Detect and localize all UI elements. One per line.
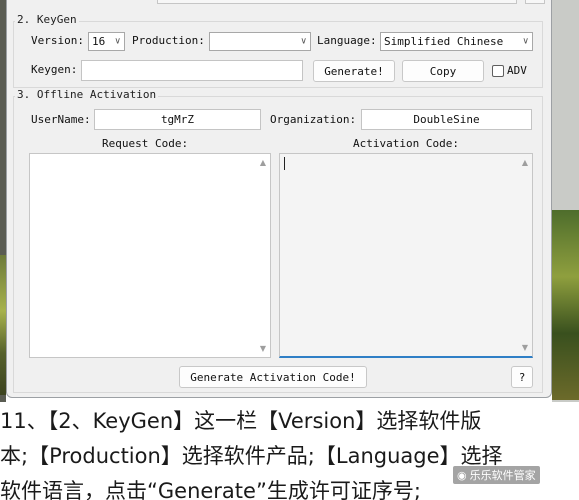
background-right-image <box>552 210 579 400</box>
activation-code-label: Activation Code: <box>353 137 459 150</box>
organization-label: Organization: <box>270 113 357 126</box>
article-text: 11、【2、KeyGen】这一栏【Version】选择软件版 本;【Produc… <box>0 404 579 500</box>
version-value: 16 <box>92 35 106 48</box>
language-label: Language: <box>317 34 377 47</box>
scroll-down-icon[interactable]: ▼ <box>260 344 266 353</box>
generate-activation-button[interactable]: Generate Activation Code! <box>179 366 367 388</box>
adv-checkbox-box[interactable] <box>492 64 504 77</box>
language-select[interactable]: Simplified Chinese ∨ <box>380 32 533 51</box>
keygen-label: Keygen: <box>31 63 78 76</box>
scroll-up-icon[interactable]: ▲ <box>260 158 266 167</box>
adv-label: ADV <box>507 64 527 77</box>
text-caret <box>284 157 285 170</box>
version-select[interactable]: 16 ∨ <box>88 32 125 51</box>
chevron-down-icon: ∨ <box>114 36 121 46</box>
help-button[interactable]: ? <box>511 366 533 388</box>
version-label: Version: <box>31 34 84 47</box>
request-code-textarea[interactable]: ▲ ▼ <box>29 153 271 358</box>
activation-group-title: 3. Offline Activation <box>15 88 159 101</box>
watermark-text: 乐乐软件管家 <box>469 469 536 482</box>
top-button-partial[interactable] <box>525 0 545 4</box>
generate-button[interactable]: Generate! <box>313 60 395 82</box>
production-label: Production: <box>132 34 205 47</box>
keygen-field[interactable] <box>81 60 303 81</box>
keygen-group-title: 2. KeyGen <box>15 13 79 26</box>
chevron-down-icon: ∨ <box>300 36 307 46</box>
scroll-down-icon[interactable]: ▼ <box>522 343 528 352</box>
language-value: Simplified Chinese <box>384 35 504 48</box>
username-label: UserName: <box>31 113 91 126</box>
adv-checkbox[interactable]: ADV <box>492 64 527 77</box>
wechat-icon: ◉ <box>457 468 467 482</box>
request-code-label: Request Code: <box>102 137 189 150</box>
watermark: ◉ 乐乐软件管家 <box>453 466 540 484</box>
scroll-up-icon[interactable]: ▲ <box>522 158 528 167</box>
chevron-down-icon: ∨ <box>522 36 529 46</box>
production-select[interactable]: ∨ <box>209 32 311 51</box>
username-field[interactable]: tgMrZ <box>94 109 261 130</box>
activation-code-textarea[interactable]: ▲ ▼ <box>279 153 533 358</box>
top-field-partial[interactable] <box>157 0 517 4</box>
copy-button[interactable]: Copy <box>402 60 484 82</box>
organization-field[interactable]: DoubleSine <box>361 109 532 130</box>
keygen-dialog: 2. KeyGen Version: 16 ∨ Production: ∨ La… <box>6 0 552 398</box>
article-line: 11、【2、KeyGen】这一栏【Version】选择软件版 <box>0 409 482 433</box>
